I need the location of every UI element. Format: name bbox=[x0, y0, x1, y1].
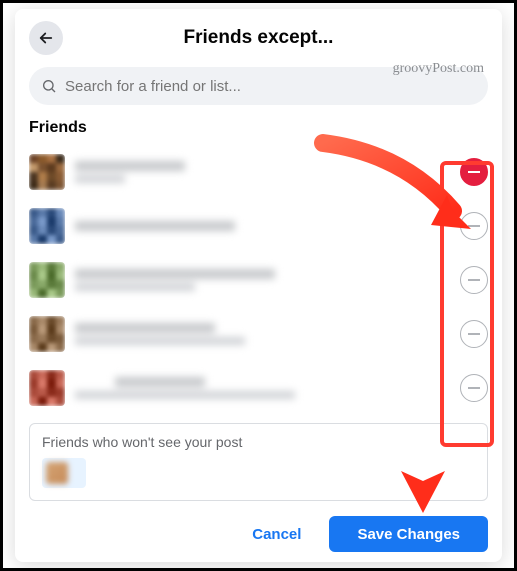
avatar bbox=[29, 316, 65, 352]
friend-row bbox=[29, 307, 488, 361]
friends-except-modal: Friends except... groovyPost.com Friends bbox=[15, 9, 502, 562]
friend-name bbox=[75, 377, 450, 399]
exclude-toggle[interactable] bbox=[460, 212, 488, 240]
friend-name bbox=[75, 161, 450, 183]
save-changes-button[interactable]: Save Changes bbox=[329, 516, 488, 552]
avatar bbox=[46, 462, 68, 484]
friends-heading: Friends bbox=[15, 105, 502, 145]
exclude-toggle[interactable] bbox=[460, 374, 488, 402]
exclude-toggle[interactable] bbox=[460, 158, 488, 186]
modal-title: Friends except... bbox=[15, 27, 502, 49]
avatar bbox=[29, 208, 65, 244]
minus-icon bbox=[468, 225, 480, 227]
excluded-friends-box: Friends who won't see your post bbox=[29, 423, 488, 501]
friend-row bbox=[29, 253, 488, 307]
minus-icon bbox=[468, 387, 480, 389]
search-input[interactable] bbox=[65, 78, 476, 95]
minus-icon bbox=[468, 333, 480, 335]
cancel-button[interactable]: Cancel bbox=[230, 516, 323, 552]
friend-row bbox=[29, 199, 488, 253]
watermark: groovyPost.com bbox=[393, 61, 484, 77]
modal-footer: Cancel Save Changes bbox=[230, 516, 488, 552]
friend-name bbox=[75, 221, 450, 231]
exclude-toggle[interactable] bbox=[460, 266, 488, 294]
minus-icon bbox=[468, 171, 480, 173]
exclude-toggle[interactable] bbox=[460, 320, 488, 348]
avatar bbox=[29, 370, 65, 406]
modal-header: Friends except... bbox=[15, 9, 502, 67]
minus-icon bbox=[468, 279, 480, 281]
friends-list bbox=[15, 145, 502, 415]
search-icon bbox=[41, 78, 57, 94]
arrow-left-icon bbox=[37, 29, 55, 47]
back-button[interactable] bbox=[29, 21, 63, 55]
friend-name bbox=[75, 269, 450, 291]
excluded-label: Friends who won't see your post bbox=[42, 434, 475, 450]
avatar bbox=[29, 262, 65, 298]
friend-name bbox=[75, 323, 450, 345]
avatar bbox=[29, 154, 65, 190]
excluded-chip[interactable] bbox=[42, 458, 86, 488]
friend-row bbox=[29, 145, 488, 199]
friend-row bbox=[29, 361, 488, 415]
